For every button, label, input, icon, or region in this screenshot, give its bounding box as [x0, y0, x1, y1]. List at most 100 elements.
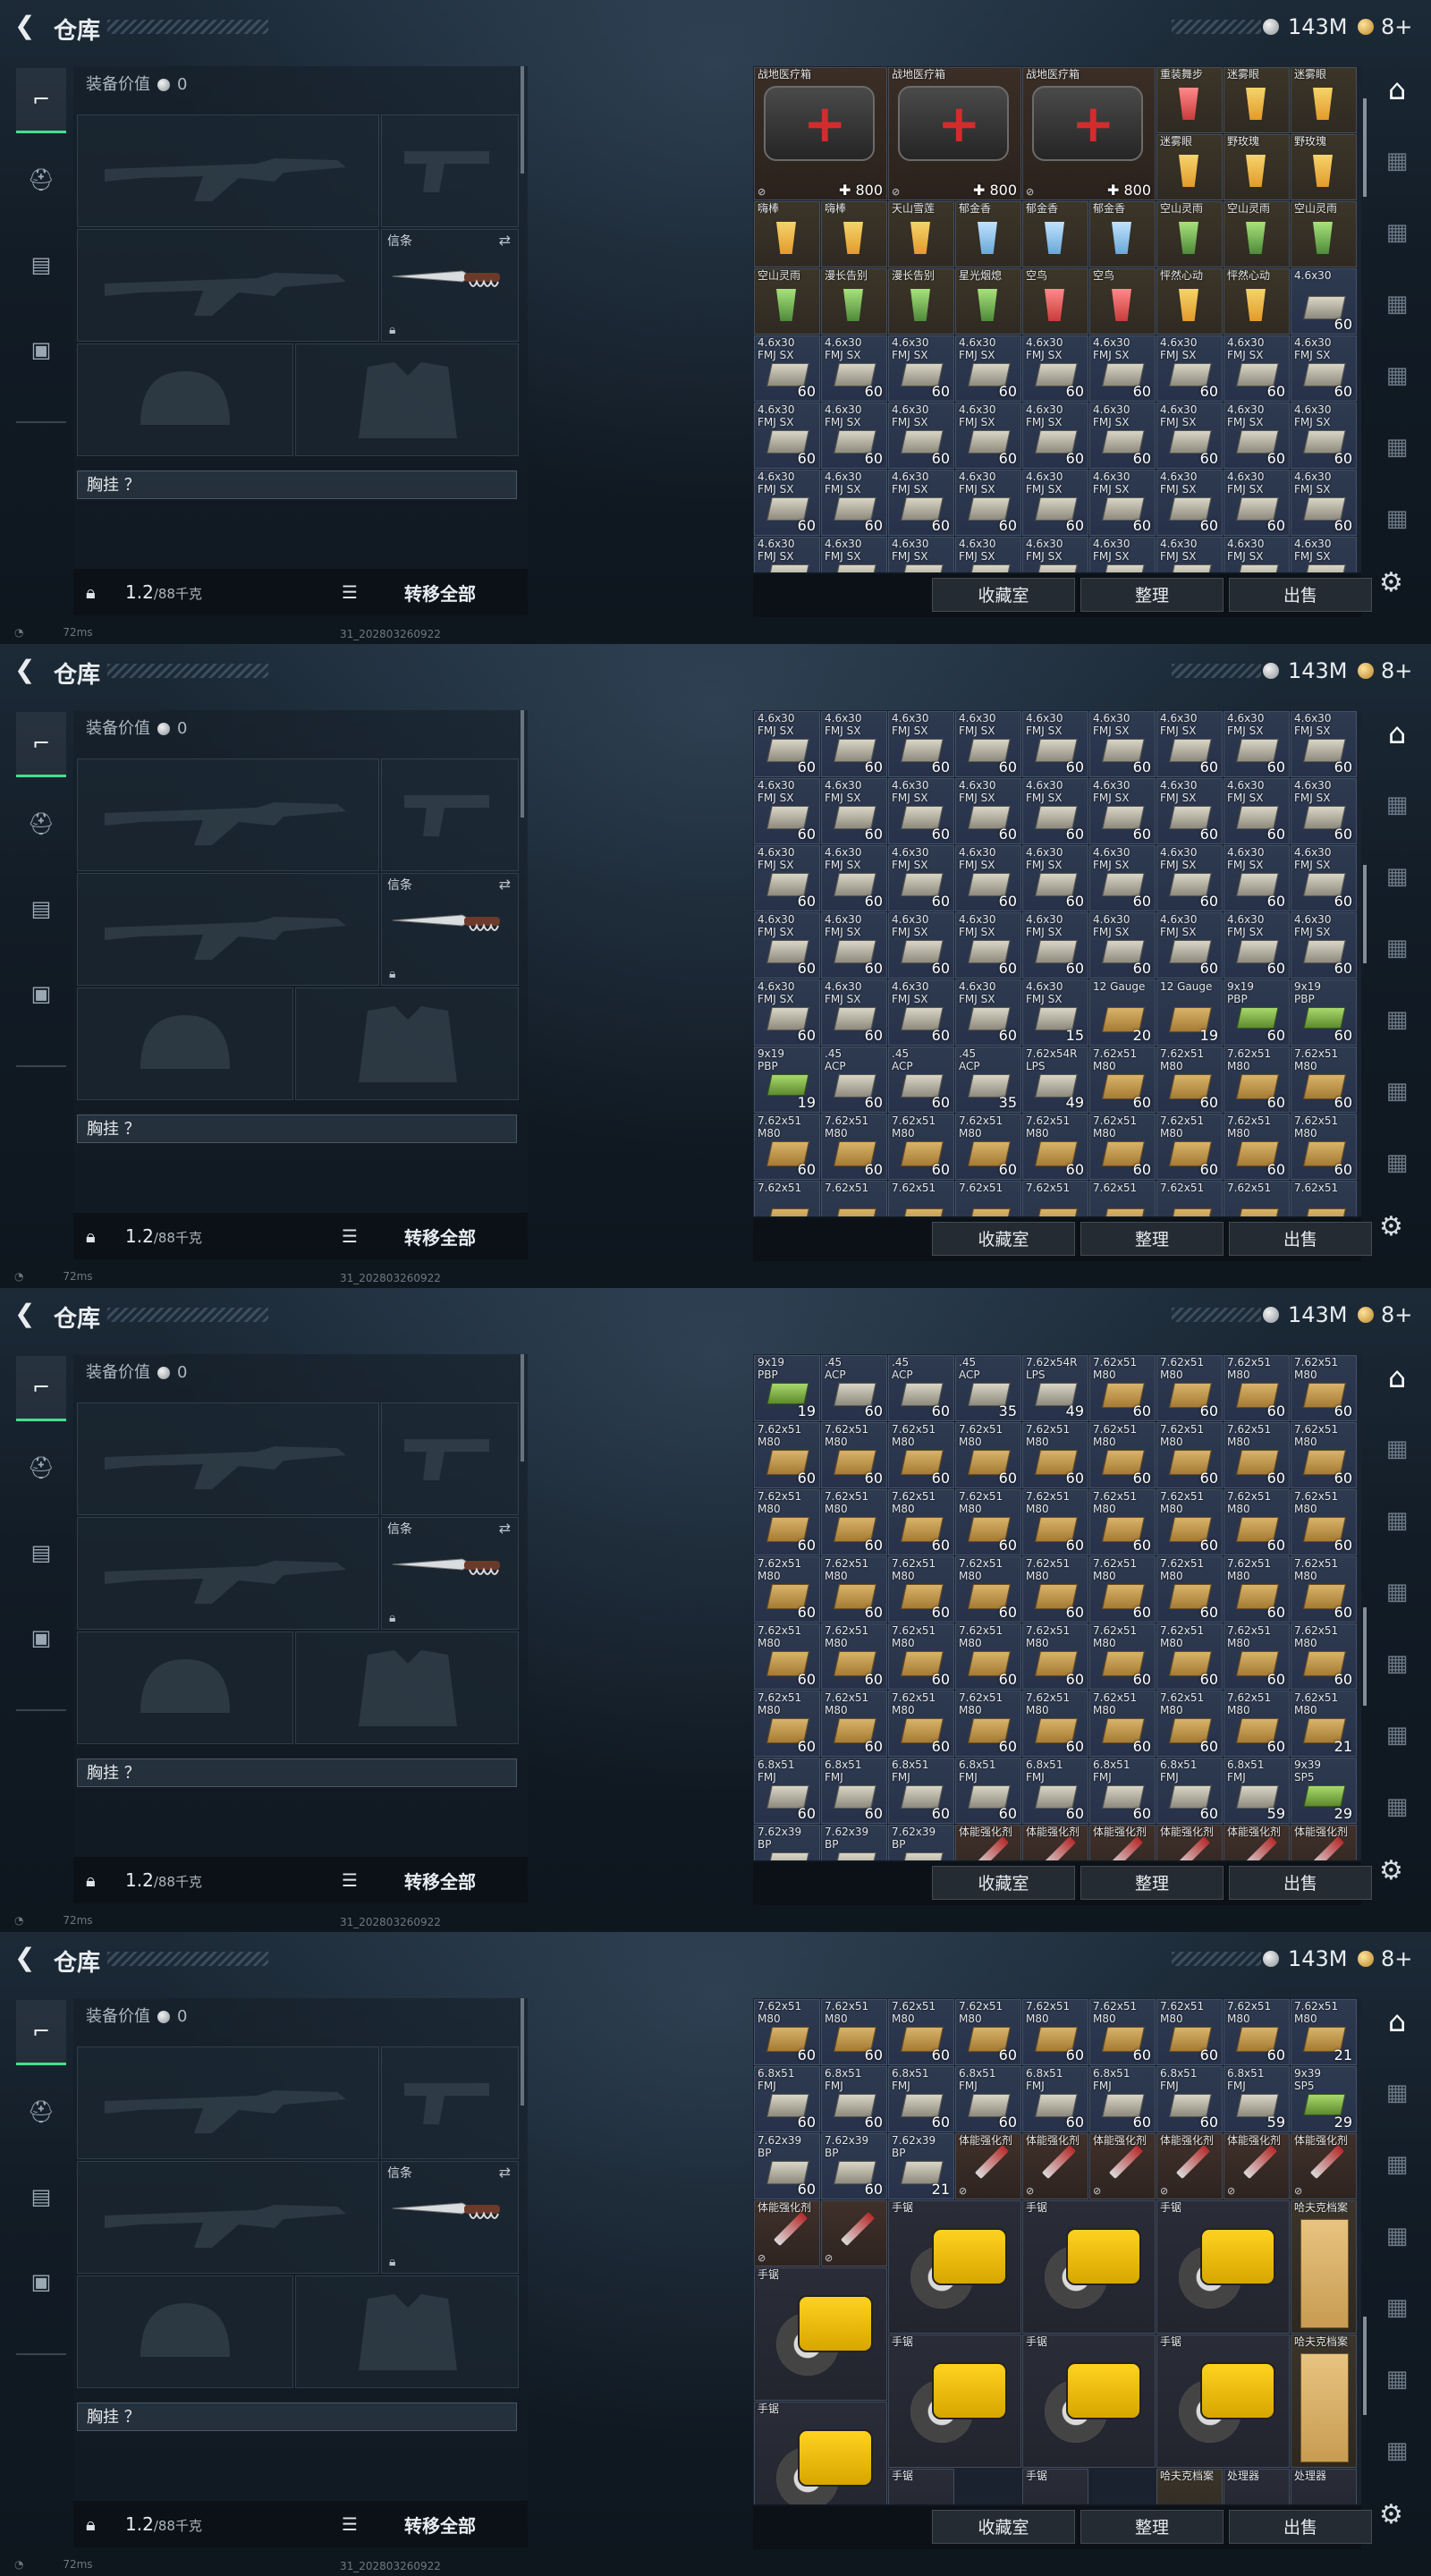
container-icon[interactable]: ▦ [1379, 2433, 1415, 2469]
storage-item[interactable]: 7.62x51 M80 60 [888, 1556, 954, 1623]
silver-balance[interactable]: 143M [1288, 1946, 1348, 1971]
storage-item[interactable]: 7.62x54R LPS 49 [1022, 1355, 1088, 1421]
storage-item[interactable]: ⊘体能强化剂 [1022, 1825, 1088, 1860]
pistol-icon[interactable]: ⌐ [16, 1356, 66, 1421]
storage-item[interactable]: 7.62x51 M80 60 [1224, 1623, 1290, 1690]
armor-slot[interactable] [295, 343, 519, 456]
storage-scroll-thumb[interactable] [1363, 2317, 1367, 2415]
storage-item[interactable]: 9x19 PBP 60 [1291, 979, 1357, 1046]
equipment-scrollbar[interactable] [521, 710, 524, 818]
storage-item[interactable]: 4.6x30FMJ SX60 [1089, 537, 1156, 572]
helmet-icon[interactable]: ⛑ [16, 2080, 66, 2143]
storage-item[interactable]: 4.6x30FMJ SX60 [1156, 402, 1223, 469]
storage-item[interactable]: 7.62x51 M80 60 [1291, 1355, 1357, 1421]
storage-item[interactable]: 7.62x51 M80 60 [1089, 1046, 1156, 1113]
storage-item[interactable]: 7.62x51 [754, 1181, 820, 1216]
storage-item[interactable]: 手锯 [1022, 2469, 1088, 2504]
storage-item[interactable]: 处理器 [1224, 2469, 1290, 2504]
chest-rig-slot[interactable]: 胸挂 ？ [77, 470, 517, 499]
storage-item[interactable]: 4.6x30FMJ SX60 [955, 537, 1021, 572]
storage-item[interactable]: 4.6x30 60 [1291, 268, 1357, 335]
back-chevron-icon[interactable]: ❮ [14, 1301, 41, 1327]
sidearm-slot[interactable] [381, 1402, 519, 1515]
storage-item[interactable]: 7.62x51 M80 60 [888, 1489, 954, 1555]
container-icon[interactable]: ▦ [1379, 1503, 1415, 1538]
storage-item[interactable]: 7.62x51 M80 60 [955, 1623, 1021, 1690]
gold-balance[interactable]: 8+ [1381, 14, 1412, 39]
sort-button[interactable]: 整理 [1080, 2510, 1224, 2544]
storage-item[interactable]: 7.62x51 M80 60 [821, 1114, 887, 1180]
storage-item[interactable]: 7.62x51 M80 60 [1156, 1999, 1223, 2065]
gold-balance[interactable]: 8+ [1381, 1946, 1412, 1971]
storage-item[interactable]: 7.62x51 M80 60 [1224, 1556, 1290, 1623]
storage-item[interactable]: 7.62x51 M80 60 [955, 1556, 1021, 1623]
storage-item[interactable]: ⊘体能强化剂 [1089, 2133, 1156, 2199]
storage-item[interactable]: 迷雾眼 [1224, 67, 1290, 133]
storage-item[interactable]: ⊘体能强化剂 [754, 2200, 820, 2267]
storage-item[interactable]: 4.6x30FMJ SX60 [1224, 711, 1290, 777]
storage-scrollbar[interactable] [1363, 66, 1367, 572]
storage-item[interactable]: 4.6x30FMJ SX60 [821, 845, 887, 911]
warehouse-icon[interactable]: ⌂ [1379, 72, 1415, 107]
transfer-all-button[interactable]: 转移全部 [404, 580, 476, 606]
storage-item[interactable]: 9x19 PBP 60 [1224, 979, 1290, 1046]
storage-item[interactable]: 4.6x30FMJ SX60 [754, 470, 820, 536]
briefcase-icon[interactable]: ▣ [16, 1606, 66, 1669]
storage-item[interactable]: 4.6x30FMJ SX60 [1224, 470, 1290, 536]
storage-item[interactable]: 4.6x30FMJ SX60 [955, 402, 1021, 469]
warehouse-icon[interactable]: ⌂ [1379, 716, 1415, 751]
storage-item[interactable]: 4.6x30FMJ SX60 [1022, 778, 1088, 844]
storage-item[interactable]: 7.62x51 M80 60 [955, 1422, 1021, 1488]
storage-item[interactable]: 4.6x30FMJ SX60 [821, 778, 887, 844]
storage-item[interactable]: 7.62x51 M80 60 [821, 1690, 887, 1757]
storage-item[interactable]: 4.6x30FMJ SX60 [1089, 845, 1156, 911]
storage-item[interactable]: 7.62x51 M80 60 [1156, 1355, 1223, 1421]
storage-item[interactable]: 7.62x51 M80 60 [1224, 1690, 1290, 1757]
storage-item[interactable]: 野玫瑰 [1291, 134, 1357, 200]
storage-scrollbar[interactable] [1363, 710, 1367, 1216]
storage-item[interactable]: 4.6x30FMJ SX60 [955, 845, 1021, 911]
storage-scrollbar[interactable] [1363, 1354, 1367, 1860]
collection-room-button[interactable]: 收藏室 [932, 1222, 1075, 1256]
storage-item[interactable]: 4.6x30FMJ SX60 [1156, 845, 1223, 911]
storage-item[interactable]: 手锯 [1156, 2200, 1290, 2334]
storage-item[interactable]: 6.8x51 FMJ 60 [1089, 1758, 1156, 1824]
storage-item[interactable]: 4.6x30FMJ SX60 [754, 845, 820, 911]
collection-room-button[interactable]: 收藏室 [932, 578, 1075, 612]
storage-item[interactable]: 7.62x51 [888, 1181, 954, 1216]
container-icon[interactable]: ▦ [1379, 215, 1415, 250]
storage-item[interactable]: 7.62x51 M80 60 [955, 1489, 1021, 1555]
storage-item[interactable]: 6.8x51 FMJ 60 [1156, 2066, 1223, 2132]
sell-button[interactable]: 出售 [1229, 578, 1372, 612]
storage-item[interactable]: 7.62x51 M80 21 [1291, 1999, 1357, 2065]
storage-item[interactable]: 4.6x30FMJ SX60 [955, 470, 1021, 536]
storage-item[interactable]: 4.6x30FMJ SX60 [754, 537, 820, 572]
back-chevron-icon[interactable]: ❮ [14, 657, 41, 683]
storage-item[interactable]: 7.62x51 [1156, 1181, 1223, 1216]
container-icon[interactable]: ▦ [1379, 2147, 1415, 2182]
storage-item[interactable]: 4.6x30FMJ SX60 [821, 711, 887, 777]
storage-item[interactable]: 7.62x51 M80 60 [1022, 1556, 1088, 1623]
storage-item[interactable]: 4.6x30FMJ SX60 [1224, 778, 1290, 844]
swap-icon[interactable]: ⇄ [499, 1520, 511, 1537]
secondary-weapon-slot[interactable] [77, 229, 379, 342]
storage-item[interactable]: 漫长告别 [888, 268, 954, 335]
container-icon[interactable]: ▦ [1379, 501, 1415, 537]
chest-rig-slot[interactable]: 胸挂 ？ [77, 2402, 517, 2431]
storage-item[interactable]: 4.6x30FMJ SX60 [1291, 845, 1357, 911]
list-icon[interactable]: ☰ [342, 1869, 358, 1891]
storage-item[interactable]: 战地医疗箱 ✚ 800 ⊘ [1022, 67, 1156, 200]
storage-item[interactable]: 7.62x51 M80 60 [1089, 1114, 1156, 1180]
container-icon[interactable]: ▦ [1379, 1002, 1415, 1038]
storage-item[interactable]: 7.62x39 BP [888, 1825, 954, 1860]
backpack-icon[interactable]: ▤ [16, 233, 66, 296]
storage-item[interactable]: ⊘体能强化剂 [1156, 1825, 1223, 1860]
storage-item[interactable]: 4.6x30FMJ SX60 [955, 711, 1021, 777]
container-icon[interactable]: ▦ [1379, 1145, 1415, 1181]
collection-room-button[interactable]: 收藏室 [932, 1866, 1075, 1900]
storage-scroll-thumb[interactable] [1363, 98, 1367, 197]
container-icon[interactable]: ▦ [1379, 1431, 1415, 1467]
sidearm-slot[interactable] [381, 2046, 519, 2159]
storage-item[interactable]: 7.62x51 M80 60 [821, 1556, 887, 1623]
storage-item[interactable]: 4.6x30FMJ SX60 [754, 979, 820, 1046]
